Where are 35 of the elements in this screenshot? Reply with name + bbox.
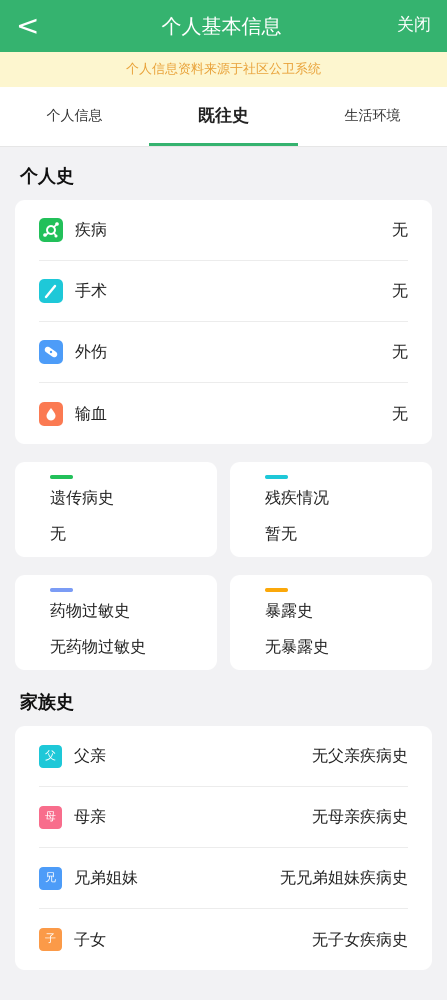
tab[interactable]: 个人信息 xyxy=(0,87,149,146)
item-label: 手术 xyxy=(75,280,107,302)
member-badge: 子 xyxy=(39,928,62,951)
item-label: 外伤 xyxy=(75,341,107,363)
member-badge: 兄 xyxy=(39,866,62,890)
item-label: 输血 xyxy=(75,402,107,424)
tab[interactable]: 生活环境 xyxy=(298,87,447,146)
card-value: 无暴露史 xyxy=(265,636,330,658)
card-value: 暂无 xyxy=(265,523,298,545)
section-title: 家族史 xyxy=(19,691,75,715)
section-title: 个人史 xyxy=(18,165,75,189)
page-title: 个人基本信息 xyxy=(162,13,282,40)
item-value: 无 xyxy=(392,402,408,424)
card-label: 遗传病史 xyxy=(50,487,115,509)
card-value: 无 xyxy=(50,523,67,545)
card-label: 残疾情况 xyxy=(265,487,330,509)
item-value: 无 xyxy=(392,219,408,241)
item-value: 无父亲疾病史 xyxy=(312,745,408,767)
member-badge: 母 xyxy=(39,806,62,828)
item-label: 疾病 xyxy=(75,219,107,241)
item-value: 无 xyxy=(392,341,408,363)
item-label: 子女 xyxy=(74,928,106,950)
tab[interactable]: 既往史 xyxy=(149,87,298,146)
item-value: 无子女疾病史 xyxy=(312,928,408,950)
item-label: 母亲 xyxy=(74,806,106,828)
item-label: 兄弟姐妹 xyxy=(74,867,138,889)
member-badge: 父 xyxy=(39,744,62,768)
notice-banner: 个人信息资料来源于社区公卫系统 xyxy=(0,52,447,87)
card-label: 暴露史 xyxy=(265,600,314,622)
card-label: 药物过敏史 xyxy=(50,600,131,622)
item-label: 父亲 xyxy=(74,745,106,767)
item-value: 无母亲疾病史 xyxy=(312,806,408,828)
item-value: 无兄弟姐妹疾病史 xyxy=(280,867,408,889)
card-value: 无药物过敏史 xyxy=(50,636,147,658)
item-value: 无 xyxy=(392,280,408,302)
